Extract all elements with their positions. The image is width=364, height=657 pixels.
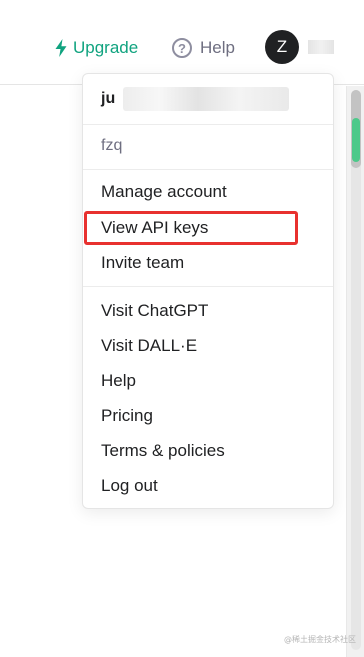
help-label: Help <box>200 38 235 57</box>
menu-item-invite-team[interactable]: Invite team <box>101 252 184 274</box>
account-dropdown-menu: ju fzq Manage account View API keys Invi… <box>82 73 334 509</box>
menu-item-log-out[interactable]: Log out <box>101 475 158 497</box>
annotation-highlight-box <box>84 211 298 245</box>
menu-item-help[interactable]: Help <box>101 370 136 392</box>
watermark-text: @稀土掘金技术社区 <box>284 635 356 644</box>
menu-item-pricing[interactable]: Pricing <box>101 405 153 427</box>
question-circle-icon: ? <box>172 38 192 58</box>
redacted-username-blur <box>308 40 334 54</box>
scrollbar-thumb-indicator <box>352 118 360 162</box>
menu-item-visit-chatgpt[interactable]: Visit ChatGPT <box>101 300 208 322</box>
redacted-email-blur <box>123 87 289 111</box>
scrollbar-track <box>351 90 361 650</box>
upgrade-button[interactable]: Upgrade <box>55 36 138 60</box>
menu-item-manage-account[interactable]: Manage account <box>101 181 227 203</box>
scrollbar[interactable] <box>346 86 364 657</box>
upgrade-label: Upgrade <box>73 38 139 57</box>
menu-divider <box>83 286 333 287</box>
avatar[interactable]: Z <box>265 30 299 64</box>
menu-item-terms-policies[interactable]: Terms & policies <box>101 440 225 462</box>
page: Upgrade ? Help Z ju fzq Manage account V… <box>0 0 364 657</box>
lightning-bolt-icon <box>55 39 67 57</box>
user-name: ju <box>101 90 116 107</box>
help-button[interactable]: ? Help <box>172 36 235 60</box>
dropdown-user-header: ju <box>83 74 333 125</box>
menu-item-visit-dalle[interactable]: Visit DALL·E <box>101 335 197 357</box>
organization-name: fzq <box>101 137 123 154</box>
dropdown-org-section: fzq <box>83 125 333 170</box>
avatar-initial: Z <box>276 37 288 56</box>
